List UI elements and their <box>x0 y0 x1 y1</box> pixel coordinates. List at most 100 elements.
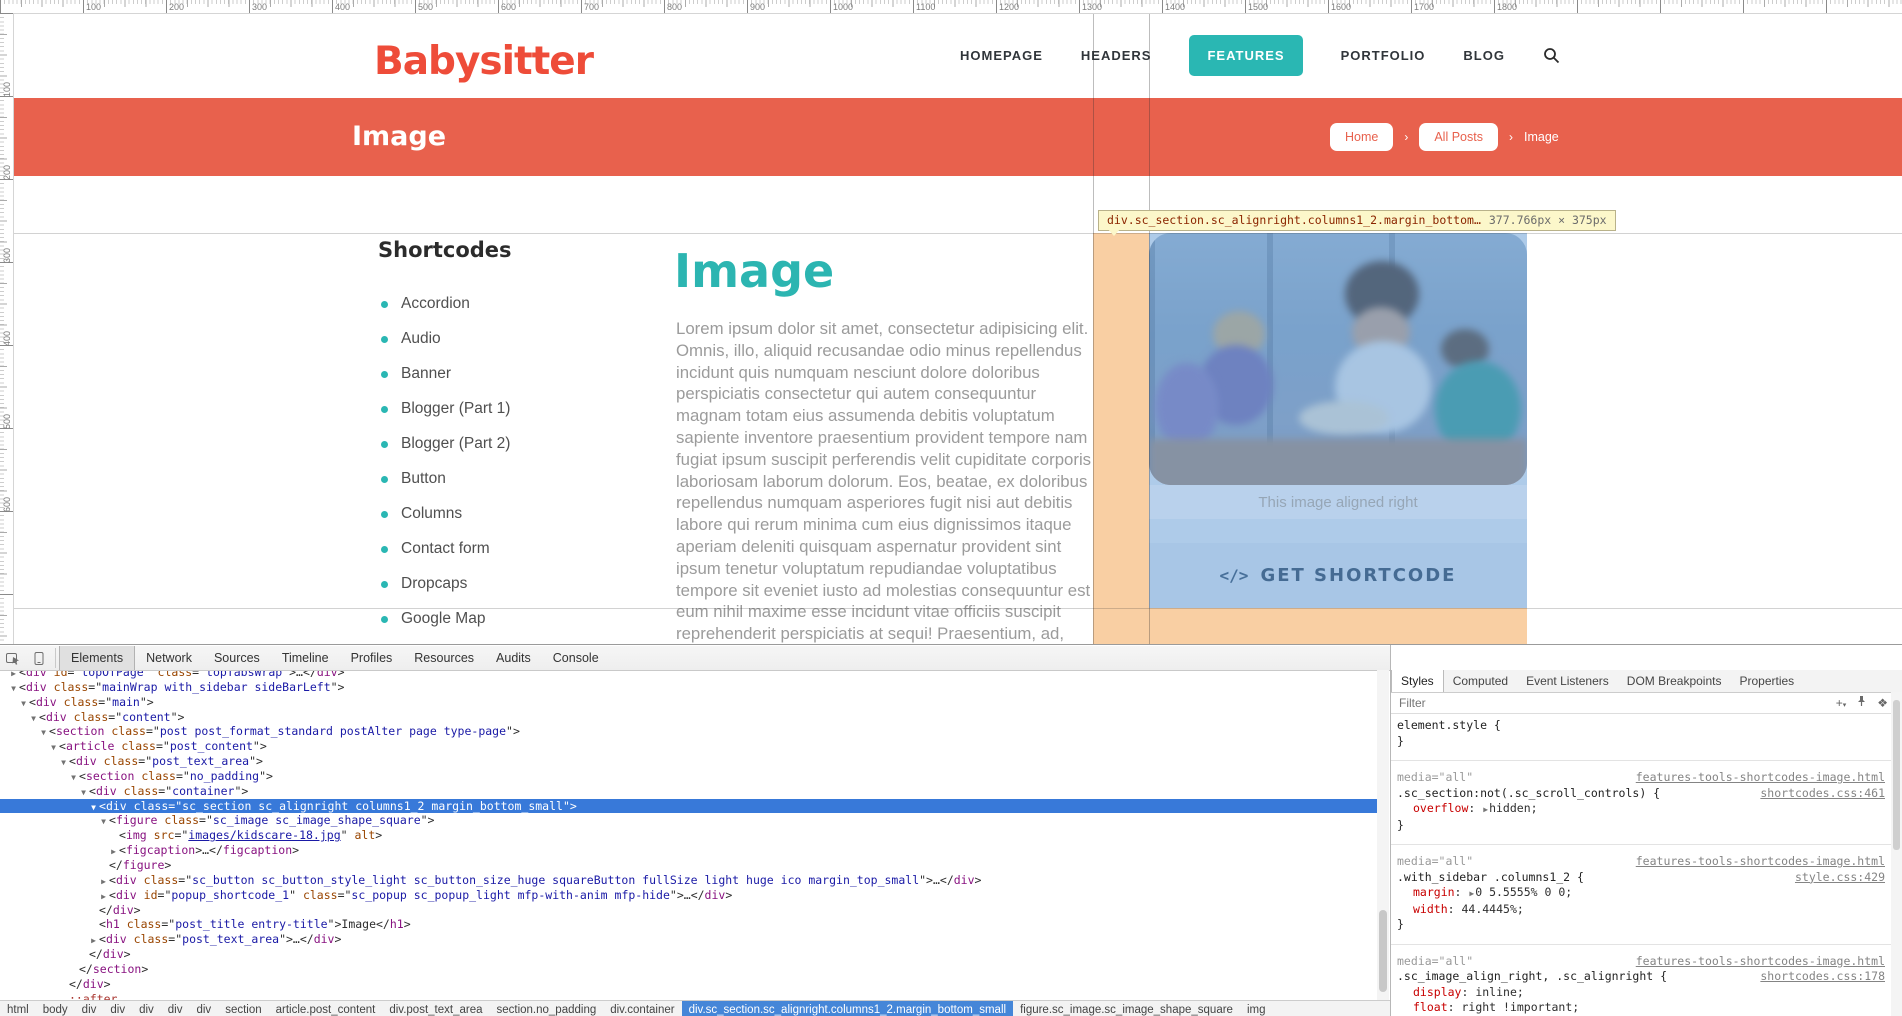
sidebar-item-banner[interactable]: Banner <box>381 365 451 383</box>
pin-icon[interactable] <box>1856 695 1867 710</box>
inspect-margin-overlay-left <box>1093 233 1149 608</box>
devtools-tab-audits[interactable]: Audits <box>485 646 542 670</box>
sidebar-item-google-map[interactable]: Google Map <box>381 610 485 628</box>
breadcrumb-link-home[interactable]: Home <box>1330 123 1393 151</box>
dom-crumb[interactable]: div.container <box>603 1001 681 1016</box>
stylesheet-link[interactable]: shortcodes.css:461 <box>1760 786 1885 802</box>
shorthand-expand-arrow[interactable]: ▶ <box>1483 802 1488 818</box>
tree-row[interactable]: ▼<div class="mainWrap with_sidebar sideB… <box>0 680 1377 695</box>
search-icon[interactable] <box>1543 47 1560 64</box>
tree-row[interactable]: ▼<div class="post_text_area"> <box>0 754 1377 769</box>
nav-item-blog[interactable]: BLOG <box>1463 48 1505 63</box>
devtools-tab-resources[interactable]: Resources <box>403 646 485 670</box>
tree-row[interactable]: ▼<div class="sc_section sc_alignright co… <box>0 799 1377 814</box>
devtools-tab-timeline[interactable]: Timeline <box>271 646 340 670</box>
tree-row[interactable]: ▼<section class="post post_format_standa… <box>0 724 1377 739</box>
device-mode-icon[interactable] <box>26 646 52 670</box>
sidebar-item-accordion[interactable]: Accordion <box>381 295 470 313</box>
dom-crumb[interactable]: img <box>1240 1001 1273 1016</box>
stylesheet-link[interactable]: style.css:429 <box>1795 870 1885 886</box>
css-property[interactable]: float: right !important; <box>1397 1000 1885 1016</box>
stylesheet-link[interactable]: features-tools-shortcodes-image.html <box>1636 854 1885 870</box>
stylesheet-link[interactable]: features-tools-shortcodes-image.html <box>1636 770 1885 786</box>
dom-crumb[interactable]: div <box>75 1001 104 1016</box>
tree-row[interactable]: ▼<div class="content"> <box>0 710 1377 725</box>
breadcrumb-link-all-posts[interactable]: All Posts <box>1419 123 1498 151</box>
styles-scrollbar[interactable] <box>1891 692 1902 1016</box>
tree-row[interactable]: ▼<div class="main"> <box>0 695 1377 710</box>
sidebar-item-blogger-part-1-[interactable]: Blogger (Part 1) <box>381 400 510 418</box>
panel-divider <box>1390 645 1391 1016</box>
inspect-element-icon[interactable] <box>0 646 26 670</box>
tree-row[interactable]: </section> <box>0 962 1377 977</box>
dom-crumb[interactable]: article.post_content <box>269 1001 383 1016</box>
styles-tab-styles[interactable]: Styles <box>1391 670 1444 692</box>
css-property[interactable]: margin: ▶0 5.5555% 0 0; <box>1397 885 1885 902</box>
dom-crumb[interactable]: section <box>218 1001 268 1016</box>
devtools-tab-sources[interactable]: Sources <box>203 646 271 670</box>
css-property[interactable]: display: inline; <box>1397 985 1885 1001</box>
sidebar-item-dropcaps[interactable]: Dropcaps <box>381 575 467 593</box>
shorthand-expand-arrow[interactable]: ▶ <box>1469 886 1474 902</box>
dom-crumb[interactable]: div.post_text_area <box>382 1001 489 1016</box>
get-shortcode-button[interactable]: </> GET SHORTCODE <box>1149 543 1527 608</box>
styles-tab-dom-breakpoints[interactable]: DOM Breakpoints <box>1618 670 1731 692</box>
dom-crumb[interactable]: body <box>36 1001 75 1016</box>
nav-item-homepage[interactable]: HOMEPAGE <box>960 48 1043 63</box>
css-property[interactable]: overflow: ▶hidden; <box>1397 801 1885 818</box>
tree-row[interactable]: ▶<div class="post_text_area">…</div> <box>0 932 1377 947</box>
sidebar-item-contact-form[interactable]: Contact form <box>381 540 490 558</box>
sidebar-item-columns[interactable]: Columns <box>381 505 462 523</box>
nav-item-features[interactable]: FEATURES <box>1189 35 1302 76</box>
tree-row[interactable]: ▼<figure class="sc_image sc_image_shape_… <box>0 813 1377 828</box>
dom-crumb[interactable]: figure.sc_image.sc_image_shape_square <box>1013 1001 1240 1016</box>
tree-row[interactable]: ▶<figcaption>…</figcaption> <box>0 843 1377 858</box>
new-style-rule-icon[interactable]: +▾ <box>1836 696 1847 710</box>
site-logo[interactable]: Babysitter <box>374 39 593 84</box>
styles-tab-event-listeners[interactable]: Event Listeners <box>1517 670 1618 692</box>
tree-row[interactable]: ▶<div id="popup_shortcode_1" class="sc_p… <box>0 888 1377 903</box>
ruler-label: 300 <box>2 248 12 263</box>
tree-row[interactable]: ▶<div class="sc_button sc_button_style_l… <box>0 873 1377 888</box>
devtools-tab-network[interactable]: Network <box>135 646 203 670</box>
tree-row[interactable]: </div> <box>0 977 1377 992</box>
image-shortcode-card: This image aligned right </> GET SHORTCO… <box>1149 233 1527 608</box>
dom-crumb[interactable]: div <box>103 1001 132 1016</box>
nav-item-headers[interactable]: HEADERS <box>1081 48 1152 63</box>
tree-row[interactable]: <img src="images/kidscare-18.jpg" alt> <box>0 828 1377 843</box>
stylesheet-link[interactable]: shortcodes.css:178 <box>1760 969 1885 985</box>
dom-crumb[interactable]: div.sc_section.sc_alignright.columns1_2.… <box>682 1001 1013 1016</box>
tree-row[interactable]: <h1 class="post_title entry-title">Image… <box>0 917 1377 932</box>
styles-scrollbar-thumb[interactable] <box>1893 700 1900 850</box>
sidebar-item-label: Blogger (Part 2) <box>401 435 510 453</box>
elements-scrollbar[interactable] <box>1377 670 1389 1000</box>
tree-row[interactable]: ▼<section class="no_padding"> <box>0 769 1377 784</box>
elements-breadcrumb-bar: htmlbodydivdivdivdivdivsectionarticle.po… <box>0 1000 1390 1016</box>
nav-item-portfolio[interactable]: PORTFOLIO <box>1341 48 1426 63</box>
styles-tab-computed[interactable]: Computed <box>1444 670 1517 692</box>
tree-row[interactable]: </div> <box>0 903 1377 918</box>
css-property[interactable]: width: 44.4445%; <box>1397 902 1885 918</box>
dom-crumb[interactable]: div <box>132 1001 161 1016</box>
sidebar-item-audio[interactable]: Audio <box>381 330 441 348</box>
tree-row[interactable]: </div> <box>0 947 1377 962</box>
devtools-tab-console[interactable]: Console <box>542 646 610 670</box>
dom-crumb[interactable]: html <box>0 1001 36 1016</box>
elements-scrollbar-thumb[interactable] <box>1379 910 1387 992</box>
styles-tab-properties[interactable]: Properties <box>1730 670 1803 692</box>
tree-row[interactable]: ▼<div class="container"> <box>0 784 1377 799</box>
sidebar-item-button[interactable]: Button <box>381 470 446 488</box>
element-state-icon[interactable]: ❖ <box>1877 696 1888 710</box>
dom-crumb[interactable]: section.no_padding <box>489 1001 603 1016</box>
tree-row[interactable]: ::after <box>0 992 1377 1000</box>
dom-crumb[interactable]: div <box>161 1001 190 1016</box>
style-rule: media="all"features-tools-shortcodes-ima… <box>1391 844 1891 944</box>
tree-row[interactable]: </figure> <box>0 858 1377 873</box>
devtools-tab-profiles[interactable]: Profiles <box>340 646 404 670</box>
tree-row[interactable]: ▼<article class="post_content"> <box>0 739 1377 754</box>
stylesheet-link[interactable]: features-tools-shortcodes-image.html <box>1636 954 1885 970</box>
devtools-tab-elements[interactable]: Elements <box>59 646 135 670</box>
dom-crumb[interactable]: div <box>189 1001 218 1016</box>
styles-filter-input[interactable] <box>1391 696 1836 710</box>
sidebar-item-blogger-part-2-[interactable]: Blogger (Part 2) <box>381 435 510 453</box>
